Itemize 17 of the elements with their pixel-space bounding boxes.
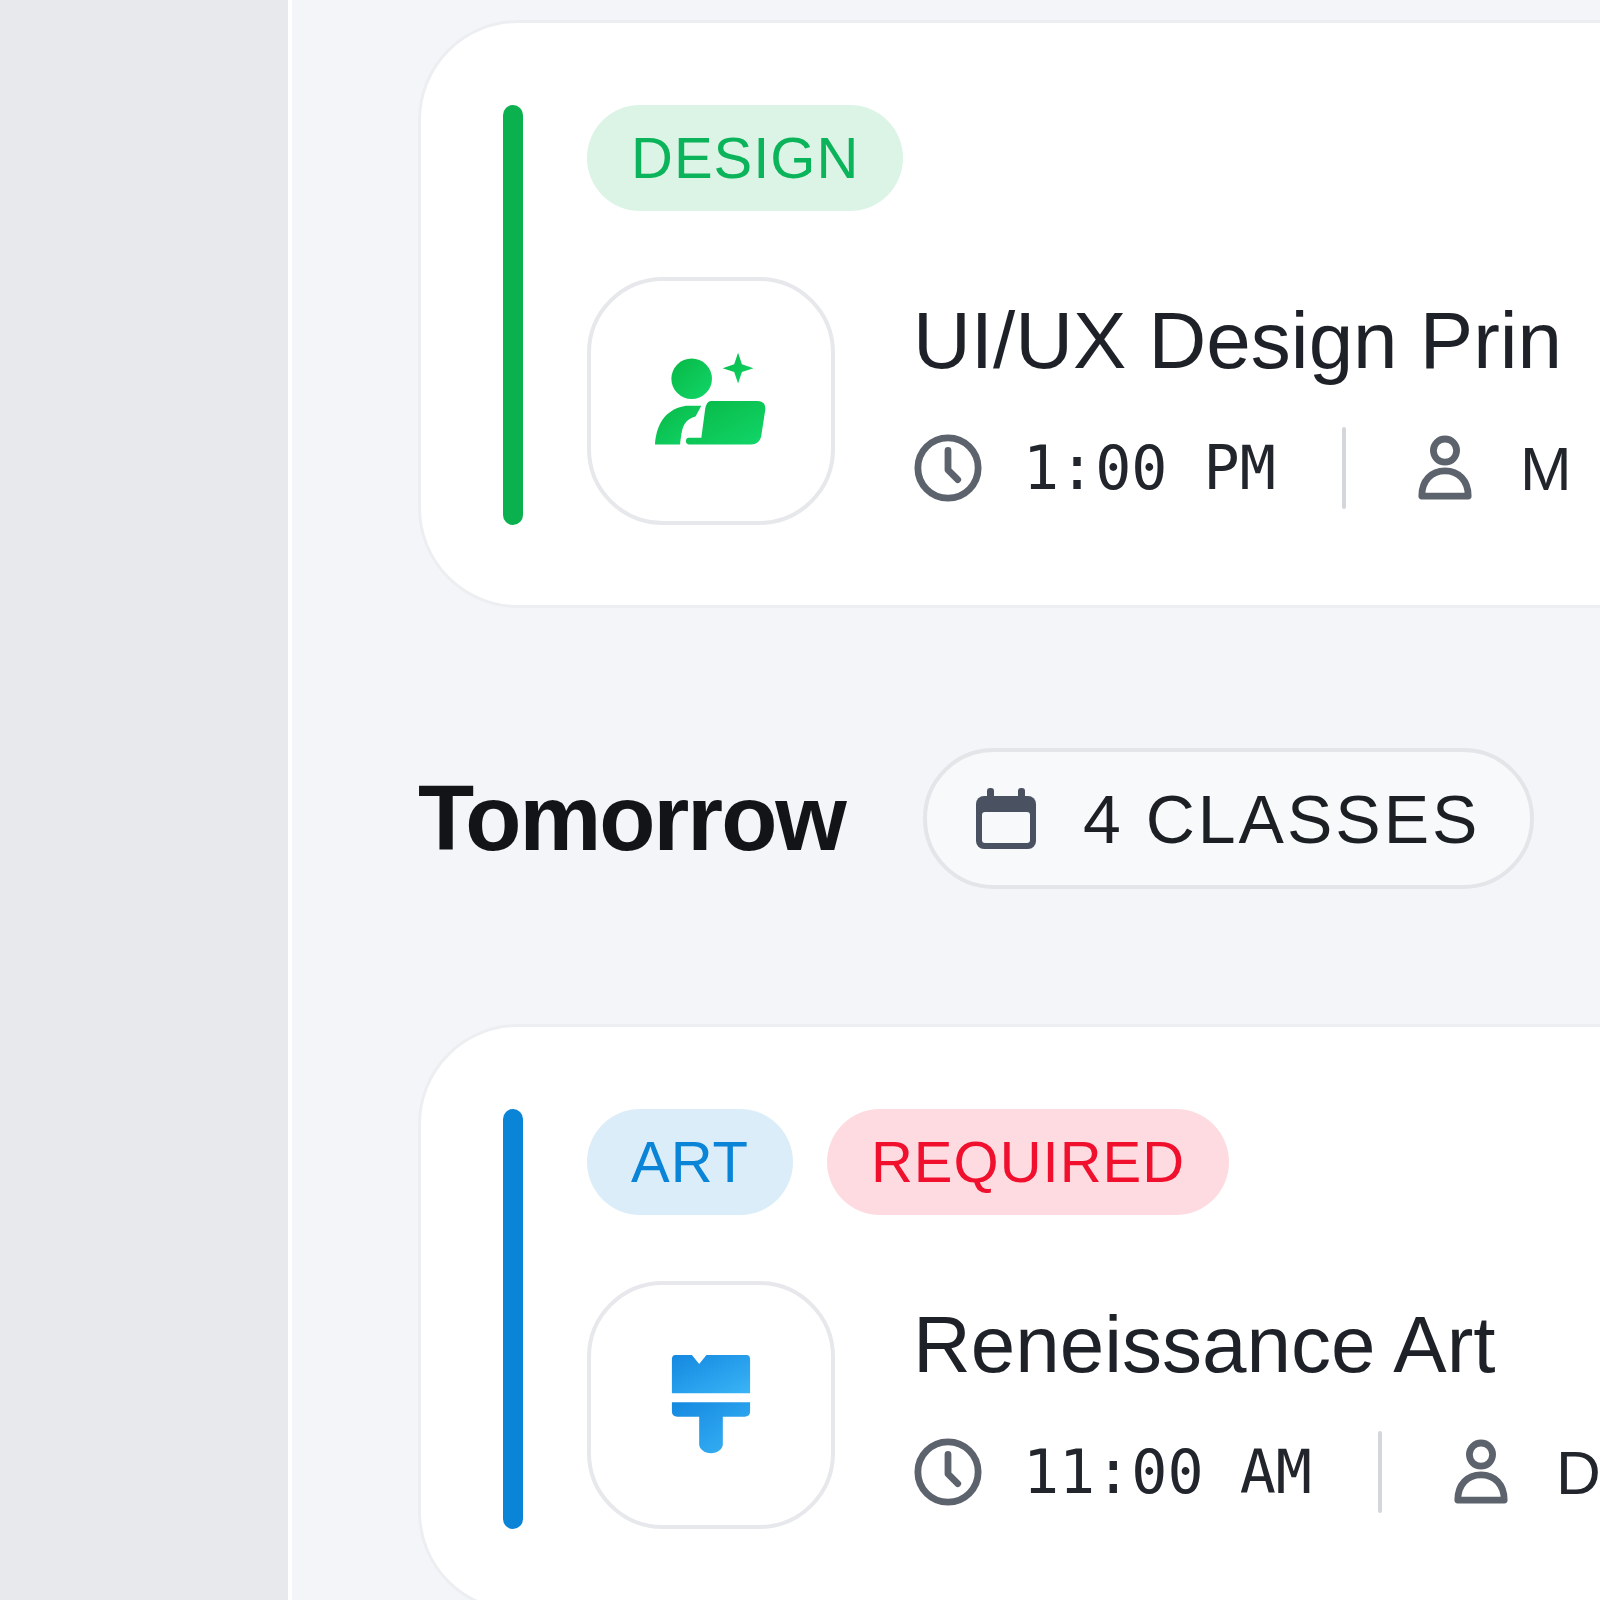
class-time: 1:00 PM: [1023, 433, 1276, 503]
class-time: 11:00 AM: [1023, 1437, 1312, 1507]
person-icon: [1415, 434, 1474, 502]
tag: REQUIRED: [826, 1109, 1230, 1215]
class-card[interactable]: DESIGN UI/UX Design Prin 1:00 PM M: [418, 20, 1600, 608]
tag: ART: [587, 1109, 793, 1215]
section-heading: Tomorrow: [418, 766, 845, 871]
class-title: UI/UX Design Prin: [913, 295, 1564, 387]
class-title: Reneissance Art: [913, 1299, 1497, 1391]
tag: DESIGN: [587, 105, 904, 211]
class-card[interactable]: ART REQUIRED Reneissance Art 11:00 AM D: [418, 1024, 1600, 1600]
class-count: 4 CLASSES: [1082, 779, 1481, 858]
person-icon: [1452, 1438, 1510, 1506]
instructor-name: M: [1519, 432, 1572, 504]
clock-icon: [913, 433, 983, 503]
instructor-name: D: [1556, 1436, 1600, 1508]
clock-icon: [913, 1437, 983, 1507]
